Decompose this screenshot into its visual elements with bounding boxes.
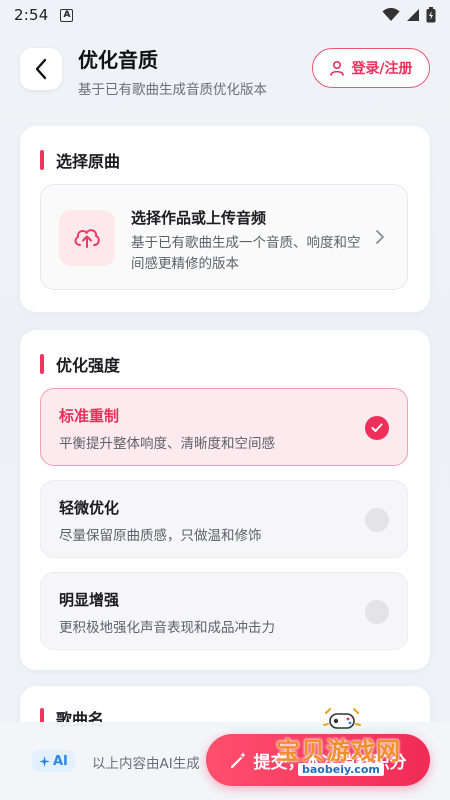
status-time: 2:54 — [14, 6, 49, 24]
chevron-right-icon — [376, 230, 384, 244]
ai-badge: AI — [32, 750, 75, 772]
section-title-text: 选择原曲 — [56, 152, 121, 171]
chevron-left-icon — [35, 58, 47, 80]
option-strong-enhance[interactable]: 明显增强 更积极地强化声音表现和成品冲击力 — [40, 572, 408, 650]
login-label: 登录/注册 — [351, 61, 413, 77]
wifi-icon — [382, 8, 400, 21]
option-title: 明显增强 — [59, 591, 120, 609]
section-accent-bar — [40, 354, 44, 374]
option-standard-remaster[interactable]: 标准重制 平衡提升整体响度、清晰度和空间感 — [40, 388, 408, 466]
upload-audio-button[interactable]: 选择作品或上传音频 基于已有歌曲生成一个音质、响度和空间感更精修的版本 — [40, 184, 408, 290]
cloud-upload-icon — [74, 229, 100, 248]
intensity-card: 优化强度 标准重制 平衡提升整体响度、清晰度和空间感 轻微优化 尽量保留原曲质感… — [20, 330, 430, 670]
page-header: 优化音质 基于已有歌曲生成音质优化版本 登录/注册 — [0, 40, 450, 104]
option-description: 更积极地强化声音表现和成品冲击力 — [59, 620, 275, 636]
bottom-action-bar: AI 以上内容由AI生成 提交，本次消耗积分 — [0, 722, 450, 800]
back-button[interactable] — [20, 48, 62, 90]
notification-icon: A — [60, 8, 74, 22]
select-song-card: 选择原曲 选择作品或上传音频 基于已有歌曲生成一个音质、响度和空间感更精修的版本 — [20, 126, 430, 312]
option-description: 尽量保留原曲质感，只做温和修饰 — [59, 528, 262, 544]
option-title: 标准重制 — [59, 407, 120, 425]
upload-description: 基于已有歌曲生成一个音质、响度和空间感更精修的版本 — [131, 235, 361, 272]
submit-label: 提交，本次消耗积分 — [253, 752, 407, 773]
magic-wand-icon — [230, 752, 246, 769]
user-icon — [330, 60, 345, 76]
signal-icon — [407, 9, 419, 21]
check-icon — [371, 423, 383, 432]
status-bar: 2:54 A — [0, 0, 450, 30]
submit-button[interactable]: 提交，本次消耗积分 — [206, 734, 430, 786]
option-radio[interactable] — [365, 600, 389, 624]
ai-disclaimer: 以上内容由AI生成 — [92, 756, 200, 772]
page-title: 优化音质 — [78, 48, 158, 72]
ai-badge-text: AI — [53, 753, 68, 769]
upload-icon-tile — [59, 210, 115, 266]
option-radio[interactable] — [365, 508, 389, 532]
option-description: 平衡提升整体响度、清晰度和空间感 — [59, 436, 275, 452]
section-title-intensity: 优化强度 — [40, 352, 120, 376]
option-radio-checked[interactable] — [365, 416, 389, 440]
section-accent-bar — [40, 150, 44, 170]
sparkle-icon — [39, 755, 50, 767]
section-title-select-song: 选择原曲 — [40, 148, 120, 172]
battery-icon — [426, 7, 436, 23]
login-register-button[interactable]: 登录/注册 — [312, 48, 430, 88]
section-title-text: 优化强度 — [56, 356, 121, 375]
page-subtitle: 基于已有歌曲生成音质优化版本 — [78, 82, 267, 98]
upload-title: 选择作品或上传音频 — [131, 209, 267, 227]
option-title: 轻微优化 — [59, 499, 120, 517]
option-light-optimize[interactable]: 轻微优化 尽量保留原曲质感，只做温和修饰 — [40, 480, 408, 558]
